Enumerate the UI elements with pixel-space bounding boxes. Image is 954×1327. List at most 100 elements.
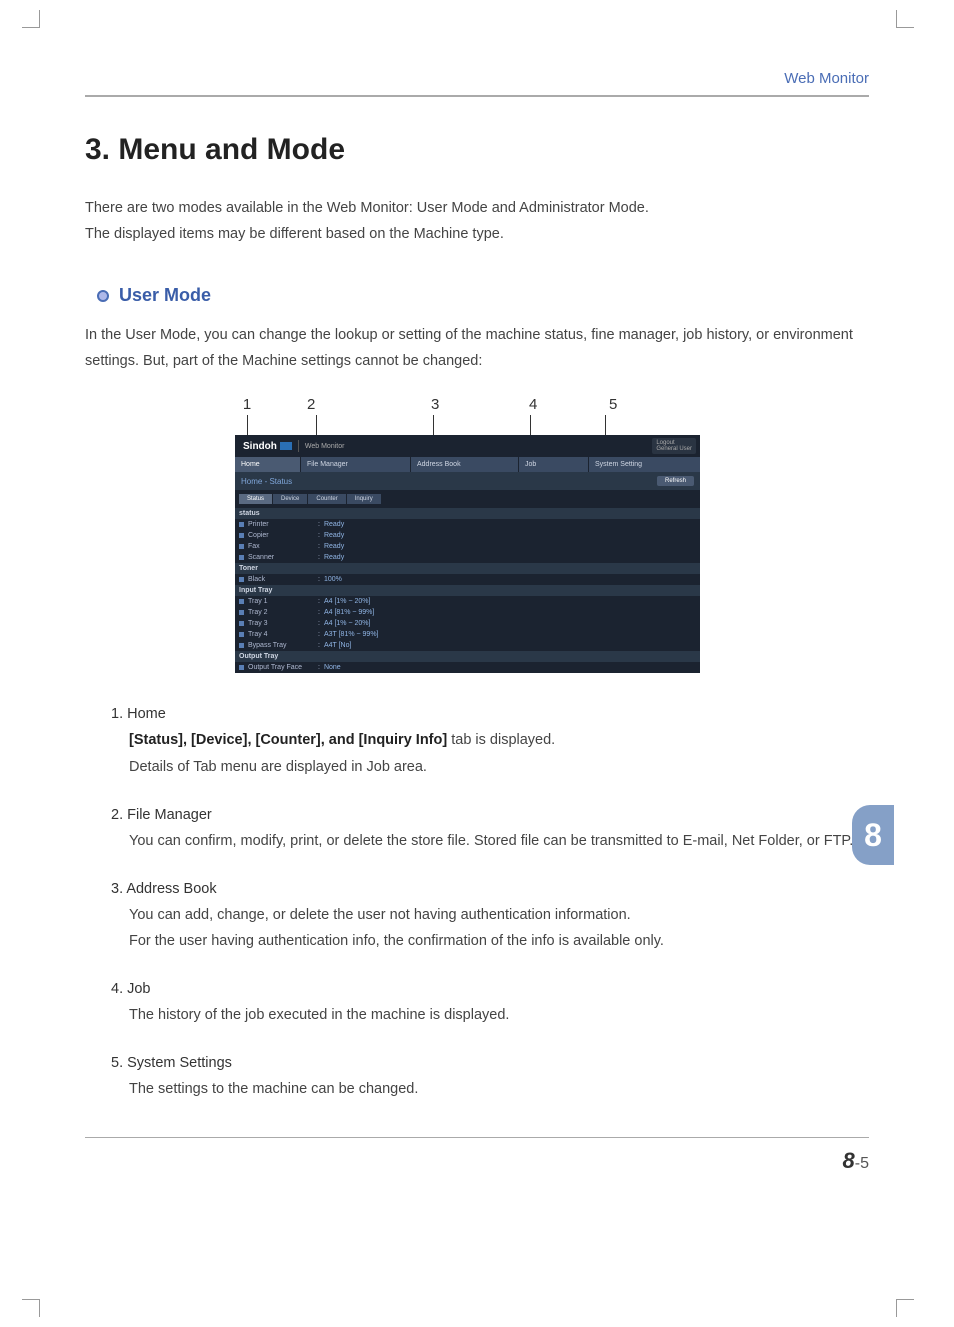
row-label: Scanner [248, 554, 318, 561]
chapter-side-tab: 8 [852, 805, 894, 865]
row-value: A4 [1% ~ 20%] [324, 598, 371, 605]
row-label: Black [248, 576, 318, 583]
tab-file-manager[interactable]: File Manager [301, 457, 411, 472]
square-icon [239, 555, 244, 560]
list-item-body: You can confirm, modify, print, or delet… [129, 828, 869, 854]
subtab-counter[interactable]: Counter [308, 494, 345, 504]
intro-line-1: There are two modes available in the Web… [85, 195, 869, 221]
list-item-title: 2. File Manager [111, 802, 869, 828]
list-item-body-l1: You can add, change, or delete the user … [129, 902, 869, 928]
row-value: Ready [324, 554, 344, 561]
input-tray-row-1: Tray 1:A4 [1% ~ 20%] [235, 596, 700, 607]
square-icon [239, 544, 244, 549]
callout-1: 1 [235, 396, 259, 413]
square-icon [239, 522, 244, 527]
list-item-bold: [Status], [Device], [Counter], and [Inqu… [129, 732, 447, 748]
square-icon [239, 533, 244, 538]
brand-divider [298, 440, 299, 452]
subsection-heading: User Mode [85, 285, 869, 306]
row-value: None [324, 664, 341, 671]
callout-lines [235, 415, 700, 435]
list-item-body-l2: For the user having authentication info,… [129, 928, 869, 954]
callout-3: 3 [369, 396, 499, 413]
section-input-tray-head: Input Tray [235, 585, 700, 596]
logout-box[interactable]: Logout General User [652, 438, 696, 454]
row-label: Tray 3 [248, 620, 318, 627]
list-item-2: 2. File Manager You can confirm, modify,… [111, 802, 869, 854]
list-item-line2: Details of Tab menu are displayed in Job… [129, 754, 869, 780]
intro-line-2: The displayed items may be different bas… [85, 221, 869, 247]
list-item-title: 4. Job [111, 976, 869, 1002]
square-icon [239, 621, 244, 626]
section-status-head: status [235, 508, 700, 519]
footer-rule [85, 1137, 869, 1138]
row-value: A4 [1% ~ 20%] [324, 620, 371, 627]
status-row-scanner: Scanner:Ready [235, 552, 700, 563]
subtab-inquiry[interactable]: Inquiry [347, 494, 381, 504]
brand-flag-icon [280, 442, 292, 450]
numbered-list: 1. Home [Status], [Device], [Counter], a… [111, 701, 869, 1102]
input-tray-row-bypass: Bypass Tray:A4T [No] [235, 640, 700, 651]
brand-text: Sindoh [243, 441, 277, 452]
status-row-copier: Copier:Ready [235, 530, 700, 541]
row-label: Tray 2 [248, 609, 318, 616]
tab-system-setting[interactable]: System Setting [589, 457, 700, 472]
callout-numbers: 1 2 3 4 5 [235, 396, 700, 413]
section-title: 3. Menu and Mode [85, 133, 869, 167]
breadcrumb: Home - Status [241, 477, 292, 486]
page-sub-number: -5 [855, 1155, 869, 1172]
list-item-body: The settings to the machine can be chang… [129, 1076, 869, 1102]
page-chapter-number: 8 [843, 1148, 855, 1173]
list-item-title: 3. Address Book [111, 876, 869, 902]
square-icon [239, 610, 244, 615]
row-value: A4 [81% ~ 99%] [324, 609, 374, 616]
callout-4: 4 [499, 396, 597, 413]
input-tray-row-3: Tray 3:A4 [1% ~ 20%] [235, 618, 700, 629]
row-value: A4T [No] [324, 642, 352, 649]
list-item-4: 4. Job The history of the job executed i… [111, 976, 869, 1028]
intro-text: There are two modes available in the Web… [85, 195, 869, 247]
toner-row-black: Black:100% [235, 574, 700, 585]
callout-5: 5 [597, 396, 657, 413]
status-row-printer: Printer:Ready [235, 519, 700, 530]
status-row-fax: Fax:Ready [235, 541, 700, 552]
row-label: Copier [248, 532, 318, 539]
row-label: Fax [248, 543, 318, 550]
tab-address-book[interactable]: Address Book [411, 457, 519, 472]
row-value: Ready [324, 543, 344, 550]
tab-home[interactable]: Home [235, 457, 301, 472]
list-item-3: 3. Address Book You can add, change, or … [111, 876, 869, 954]
list-item-body: The history of the job executed in the m… [129, 1002, 869, 1028]
list-item-body: [Status], [Device], [Counter], and [Inqu… [129, 727, 869, 753]
square-icon [239, 643, 244, 648]
row-label: Output Tray Face [248, 664, 318, 671]
list-item-1: 1. Home [Status], [Device], [Counter], a… [111, 701, 869, 779]
page-number: 8-5 [85, 1148, 869, 1174]
square-icon [239, 577, 244, 582]
row-value: Ready [324, 521, 344, 528]
square-icon [239, 665, 244, 670]
list-item-5: 5. System Settings The settings to the m… [111, 1050, 869, 1102]
screenshot-figure: 1 2 3 4 5 Sindoh Web Monitor Logout [235, 396, 700, 673]
tab-job[interactable]: Job [519, 457, 589, 472]
list-item-title: 1. Home [111, 701, 869, 727]
subsection-description: In the User Mode, you can change the loo… [85, 322, 869, 374]
callout-2: 2 [259, 396, 369, 413]
list-item-rest: tab is displayed. [447, 732, 555, 748]
shot-top-bar: Sindoh Web Monitor Logout General User [235, 435, 700, 457]
subtab-device[interactable]: Device [273, 494, 307, 504]
refresh-button[interactable]: Refresh [657, 476, 694, 486]
input-tray-row-2: Tray 2:A4 [81% ~ 99%] [235, 607, 700, 618]
embedded-screenshot: Sindoh Web Monitor Logout General User H… [235, 435, 700, 673]
output-tray-row: Output Tray Face:None [235, 662, 700, 673]
subtab-status[interactable]: Status [239, 494, 272, 504]
page-content: Web Monitor 3. Menu and Mode There are t… [0, 0, 954, 1234]
section-output-tray-head: Output Tray [235, 651, 700, 662]
header-rule [85, 95, 869, 97]
user-role-label: General User [656, 446, 692, 452]
main-tabs: Home File Manager Address Book Job Syste… [235, 457, 700, 472]
row-label: Tray 4 [248, 631, 318, 638]
breadcrumb-bar: Home - Status Refresh [235, 472, 700, 490]
row-label: Tray 1 [248, 598, 318, 605]
row-value: 100% [324, 576, 342, 583]
